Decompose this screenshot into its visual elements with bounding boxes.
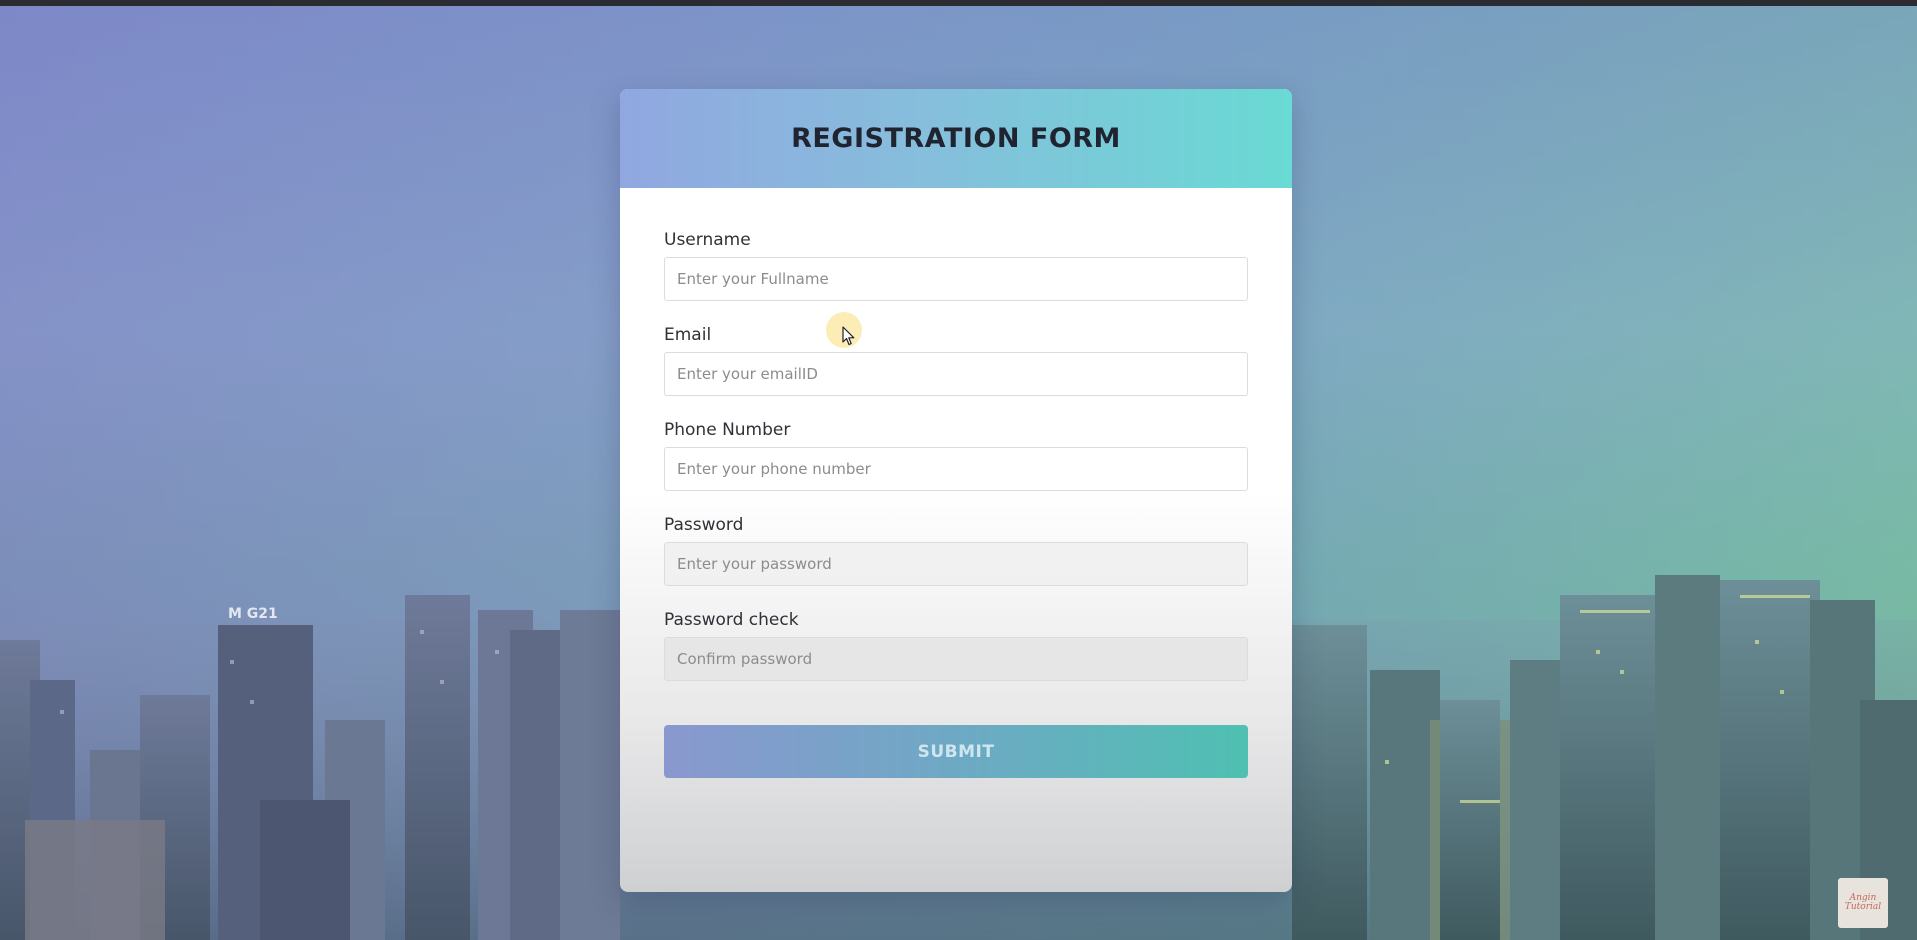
registration-form-card: REGISTRATION FORM Username Email Phone N… (620, 89, 1292, 892)
password-input[interactable] (664, 542, 1248, 586)
phone-number-input[interactable] (664, 447, 1248, 491)
phone-field-group: Phone Number (664, 420, 1248, 491)
submit-button[interactable]: SUBMIT (664, 725, 1248, 778)
username-field-group: Username (664, 230, 1248, 301)
password-check-label: Password check (664, 610, 799, 630)
channel-logo-line2: Tutorial (1844, 902, 1882, 912)
page-background: M G21 REGISTRATION FORM Username Email P… (0, 0, 1917, 940)
building-sign-text: M G21 (228, 606, 278, 622)
channel-logo: Angin Tutorial (1838, 878, 1888, 928)
username-input[interactable] (664, 257, 1248, 301)
username-label: Username (664, 230, 751, 250)
form-header: REGISTRATION FORM (620, 89, 1292, 188)
password-check-input[interactable] (664, 637, 1248, 681)
form-title: REGISTRATION FORM (791, 123, 1121, 154)
password-label: Password (664, 515, 744, 535)
registration-form: Username Email Phone Number Password Pas… (620, 188, 1292, 778)
browser-top-bar (0, 0, 1917, 6)
phone-number-label: Phone Number (664, 420, 791, 440)
mouse-pointer-icon (842, 326, 856, 350)
email-field-group: Email (664, 325, 1248, 396)
email-label: Email (664, 325, 712, 345)
password-field-group: Password (664, 515, 1248, 586)
password-check-field-group: Password check (664, 610, 1248, 681)
email-input[interactable] (664, 352, 1248, 396)
